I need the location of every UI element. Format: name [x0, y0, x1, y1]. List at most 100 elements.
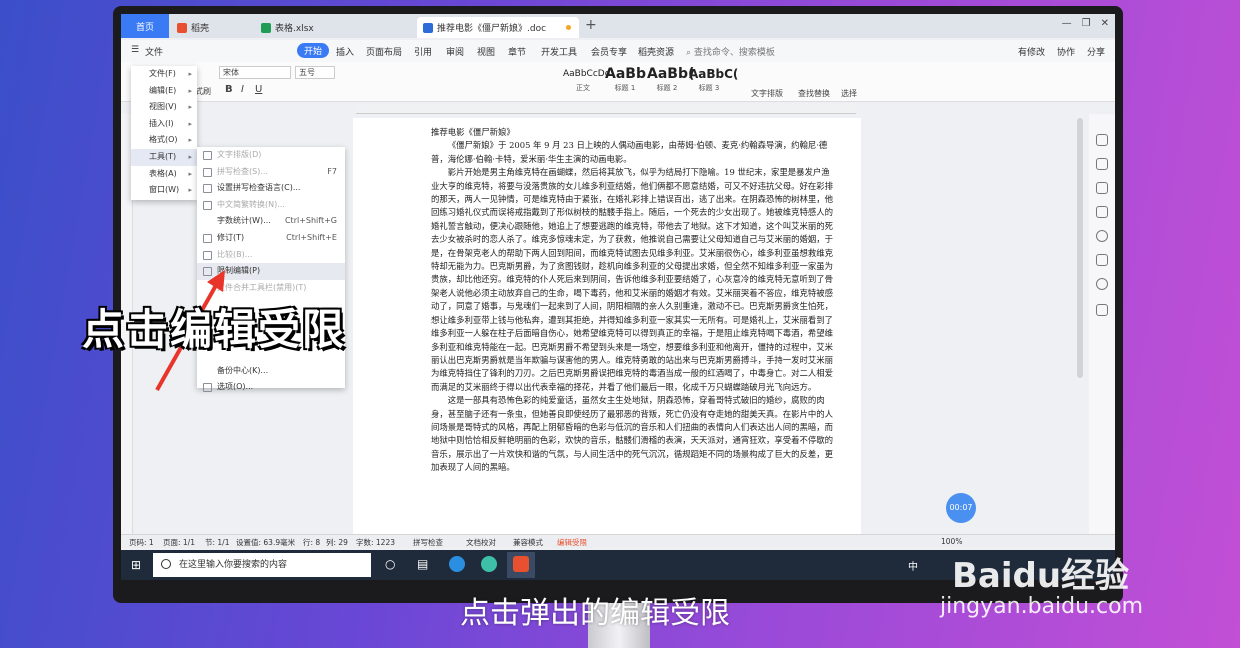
- submenu-word-count[interactable]: 字数统计(W)... Ctrl+Shift+G: [197, 213, 345, 230]
- share-button[interactable]: 分享: [1087, 45, 1105, 58]
- style-preview: AaBbC(: [689, 67, 739, 81]
- submenu-spell-language[interactable]: 设置拼写检查语言(C)...: [197, 180, 345, 197]
- tab-home[interactable]: 首页: [121, 14, 169, 38]
- widgets-icon[interactable]: ▤: [417, 557, 428, 571]
- location-icon[interactable]: [1096, 278, 1108, 290]
- minimize-icon[interactable]: —: [1062, 18, 1072, 29]
- menu-item-file[interactable]: 文件(F) ▸: [131, 66, 197, 83]
- tab-start[interactable]: 开始: [297, 43, 330, 58]
- browser-icon[interactable]: [449, 556, 465, 572]
- tutorial-callout: 点击编辑受限: [82, 305, 347, 354]
- chevron-right-icon: ▸: [188, 103, 192, 112]
- tab-page-layout[interactable]: 页面布局: [366, 45, 402, 58]
- document-paragraph: 影片开始是男主角维克特在画蝴蝶，然后将其放飞，似乎为结局打下隐喻。19 世纪末，…: [431, 167, 833, 392]
- command-search-text: 查找命令、搜索模板: [693, 48, 775, 58]
- tab-chapter[interactable]: 章节: [508, 45, 526, 58]
- help-icon[interactable]: [1096, 230, 1108, 242]
- status-proofread[interactable]: 文档校对: [466, 537, 496, 548]
- submenu-spell-check[interactable]: 拼写检查(S)... F7: [197, 164, 345, 181]
- wps-icon: [513, 556, 529, 572]
- window-controls: — ❐ ✕: [1062, 18, 1109, 29]
- style-heading-2[interactable]: AaBb( 标题 2: [647, 65, 694, 95]
- compare-icon: [203, 250, 212, 260]
- cursor-icon[interactable]: [1096, 182, 1108, 194]
- image-icon[interactable]: [1096, 254, 1108, 266]
- submenu-track-changes[interactable]: 修订(T) Ctrl+Shift+E: [197, 230, 345, 247]
- menu-item-table[interactable]: 表格(A) ▸: [131, 166, 197, 183]
- restore-icon[interactable]: ❐: [1082, 18, 1091, 29]
- windows-start-icon[interactable]: ⊞: [131, 558, 141, 572]
- close-icon[interactable]: ✕: [1101, 18, 1109, 29]
- menu-item-tools[interactable]: 工具(T) ▸: [131, 148, 197, 166]
- format-painter-button[interactable]: 式刷: [195, 86, 211, 97]
- status-spell-check[interactable]: 拼写检查: [413, 537, 443, 548]
- menu-item-insert[interactable]: 插入(I) ▸: [131, 116, 197, 133]
- tab-xlsx[interactable]: 表格.xlsx: [255, 17, 415, 38]
- menu-item-label: 格式(O): [149, 135, 178, 145]
- submenu-compare[interactable]: 比较(B)...: [197, 247, 345, 264]
- tab-reference[interactable]: 引用: [414, 45, 432, 58]
- pen-icon[interactable]: [1096, 158, 1108, 170]
- chevron-right-icon: ▸: [188, 119, 192, 128]
- tab-docer-resources[interactable]: 稻壳资源: [638, 45, 674, 58]
- document-paragraph: 这是一部具有恐怖色彩的纯爱童话，虽然女主生处地狱，阴森恐怖，穿着哥特式破旧的婚纱…: [431, 395, 833, 473]
- edge-icon[interactable]: [481, 556, 497, 572]
- status-page-count: 页面: 1/1: [163, 538, 195, 547]
- tab-developer[interactable]: 开发工具: [541, 45, 577, 58]
- tab-docer[interactable]: 稻壳: [171, 17, 255, 38]
- tab-member[interactable]: 会员专享: [591, 45, 627, 58]
- new-tab-icon[interactable]: +: [585, 17, 597, 33]
- hamburger-icon[interactable]: ☰: [131, 45, 139, 55]
- underline-icon[interactable]: U: [255, 84, 262, 95]
- legacy-menu: 文件(F) ▸ 编辑(E) ▸ 视图(V) ▸ 插入(I) ▸ 格式(O) ▸ 工具(T)…: [131, 66, 197, 200]
- status-restricted-editing[interactable]: 编辑受限: [557, 537, 587, 548]
- lock-icon[interactable]: [1096, 304, 1108, 316]
- style-heading-3[interactable]: AaBbC( 标题 3: [689, 65, 739, 95]
- unsaved-dot-icon: [566, 25, 571, 30]
- zoom-level[interactable]: 100%: [941, 537, 962, 546]
- style-name: 正文: [576, 84, 590, 92]
- bold-icon[interactable]: B: [225, 84, 233, 95]
- document-icon: [423, 22, 433, 33]
- submenu-label: 比较(B)...: [217, 249, 253, 259]
- style-normal[interactable]: AaBbCcDd 正文: [563, 65, 610, 95]
- menu-item-format[interactable]: 格式(O) ▸: [131, 132, 197, 149]
- text-layout-button[interactable]: 文字排版: [751, 88, 783, 99]
- select-button[interactable]: 选择: [841, 88, 857, 99]
- menu-item-window[interactable]: 窗口(W) ▸: [131, 182, 197, 199]
- spellcheck-icon: [203, 167, 212, 177]
- task-view-icon[interactable]: ○: [385, 557, 395, 571]
- font-size-select[interactable]: 五号: [295, 66, 335, 79]
- vertical-scrollbar[interactable]: [1077, 118, 1083, 378]
- track-changes-icon: [203, 233, 212, 243]
- right-tools: 有修改 协作 分享: [1018, 45, 1105, 58]
- document-page[interactable]: 推荐电影《僵尸新娘》 《僵尸新娘》于 2005 年 9 月 23 日上映的人偶动…: [353, 118, 861, 534]
- status-word-count: 字数: 1223: [356, 538, 395, 547]
- font-select[interactable]: 宋体: [219, 66, 291, 79]
- command-search[interactable]: ⌕ 查找命令、搜索模板: [686, 45, 775, 58]
- file-menu[interactable]: 文件: [145, 45, 163, 58]
- status-compat-mode: 兼容模式: [513, 538, 543, 547]
- collab-button[interactable]: 协作: [1057, 45, 1075, 58]
- submenu-text-layout[interactable]: 文字排版(D): [197, 147, 345, 164]
- adjust-icon[interactable]: [1096, 206, 1108, 218]
- taskbar-search-input[interactable]: 在这里输入你要搜索的内容: [153, 553, 371, 577]
- style-heading-1[interactable]: AaBb 标题 1: [605, 65, 646, 95]
- tab-review[interactable]: 审阅: [446, 45, 464, 58]
- italic-icon[interactable]: I: [241, 84, 244, 95]
- tab-view[interactable]: 视图: [477, 45, 495, 58]
- tab-doc-active[interactable]: 推荐电影《僵尸新娘》.doc: [417, 17, 579, 38]
- submenu-label: 拼写检查(S)...: [217, 166, 268, 176]
- pin-icon[interactable]: [1096, 134, 1108, 146]
- submenu-chinese-convert[interactable]: 中文简繁转换(N)...: [197, 197, 345, 214]
- ime-indicator[interactable]: 中: [908, 558, 918, 573]
- find-replace-button[interactable]: 查找替换: [798, 88, 830, 99]
- spreadsheet-icon: [261, 22, 271, 33]
- menu-item-edit[interactable]: 编辑(E) ▸: [131, 83, 197, 100]
- tab-insert[interactable]: 插入: [336, 45, 354, 58]
- taskbar-search-placeholder: 在这里输入你要搜索的内容: [179, 560, 288, 570]
- has-changes-button[interactable]: 有修改: [1018, 45, 1045, 58]
- menu-item-view[interactable]: 视图(V) ▸: [131, 99, 197, 116]
- menu-item-label: 视图(V): [149, 102, 177, 112]
- style-preview: AaBb: [605, 66, 646, 82]
